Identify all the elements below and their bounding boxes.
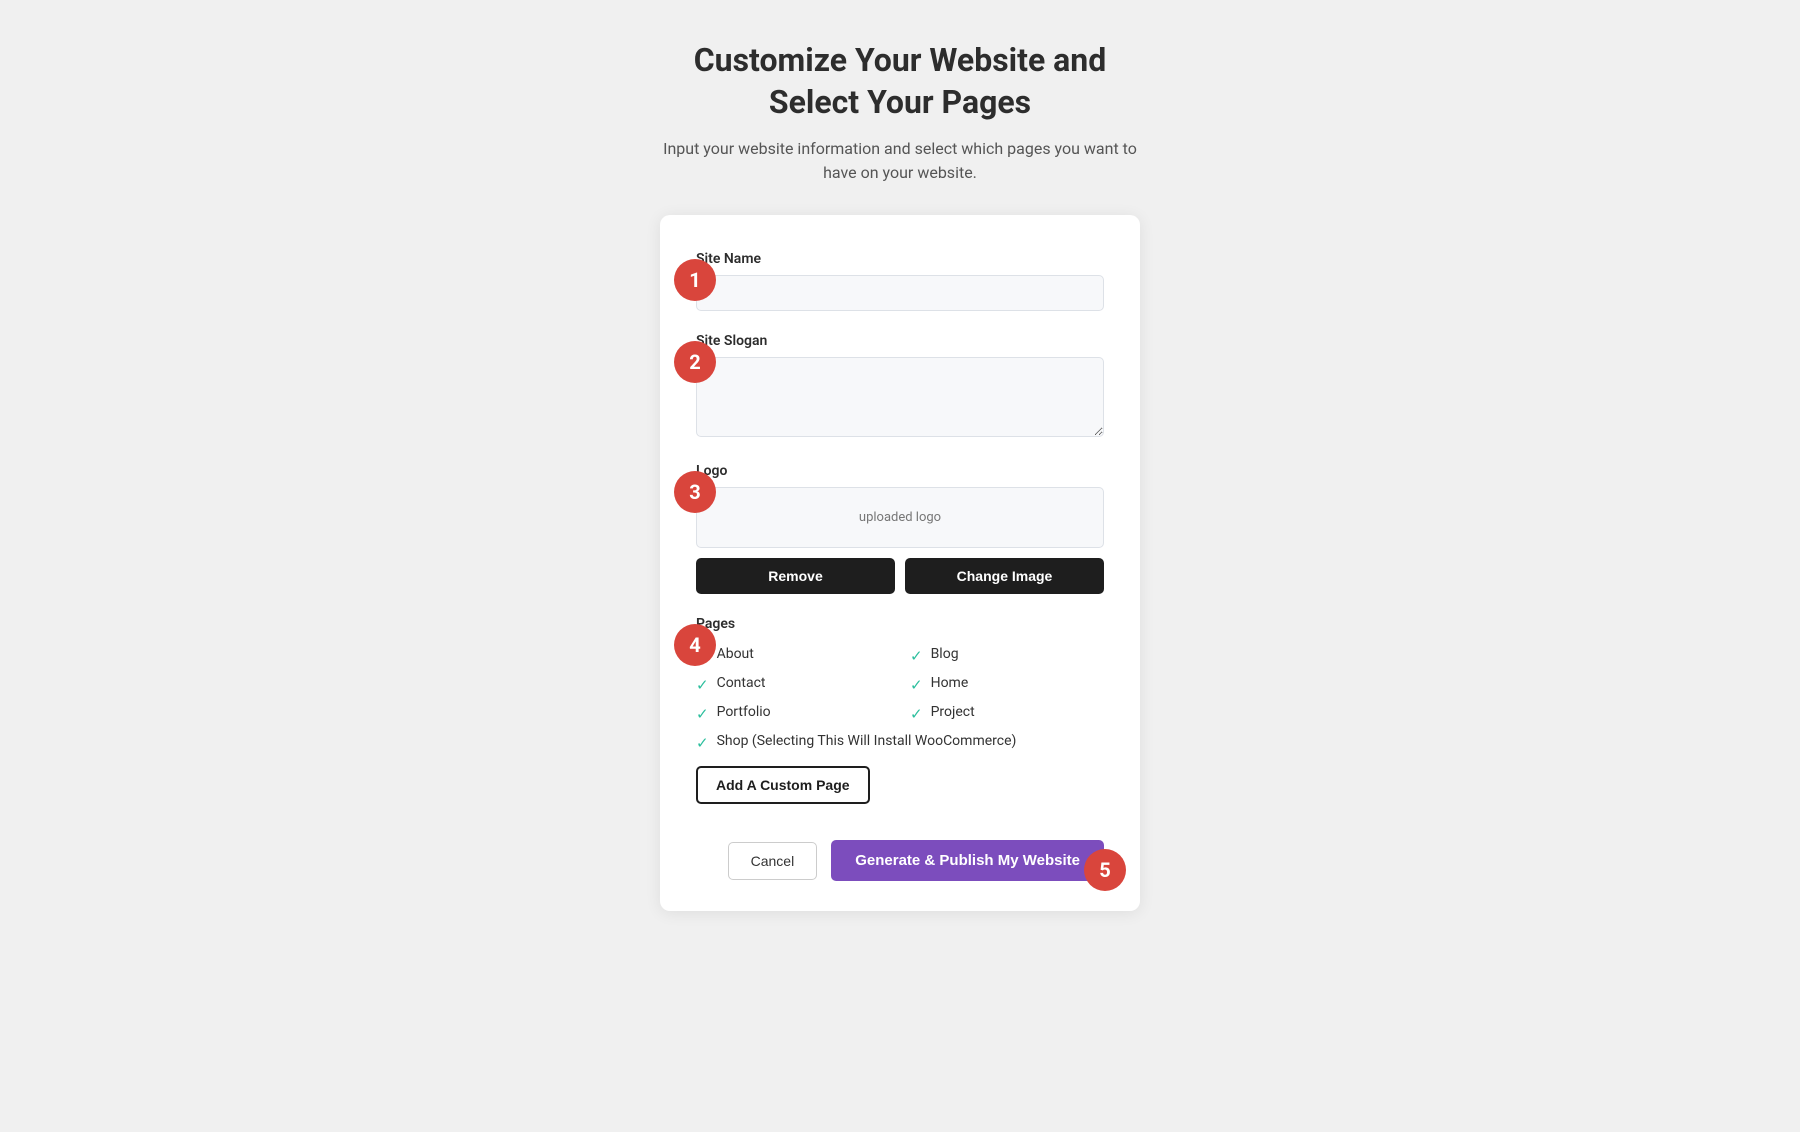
- page-item-blog[interactable]: ✓ Blog: [910, 646, 1104, 665]
- page-label-project: Project: [931, 704, 975, 720]
- page-label-contact: Contact: [717, 675, 766, 691]
- site-name-label: Site Name: [696, 251, 1104, 267]
- site-slogan-input[interactable]: [696, 357, 1104, 437]
- check-icon-contact: ✓: [696, 676, 709, 694]
- pages-section: 4 Pages ✓ About ✓ Blog ✓ Contact ✓ Home: [696, 616, 1104, 810]
- page-header: Customize Your Website and Select Your P…: [660, 40, 1140, 185]
- change-image-button[interactable]: Change Image: [905, 558, 1104, 594]
- page-item-project[interactable]: ✓ Project: [910, 704, 1104, 723]
- page-label-blog: Blog: [931, 646, 959, 662]
- card-footer: Cancel Generate & Publish My Website 5: [696, 830, 1104, 881]
- step-badge-2: 2: [674, 341, 716, 383]
- logo-preview: uploaded logo: [696, 487, 1104, 548]
- logo-section: 3 Logo uploaded logo Remove Change Image: [696, 463, 1104, 594]
- remove-logo-button[interactable]: Remove: [696, 558, 895, 594]
- logo-buttons: Remove Change Image: [696, 558, 1104, 594]
- page-label-shop: Shop (Selecting This Will Install WooCom…: [717, 733, 1017, 749]
- page-item-portfolio[interactable]: ✓ Portfolio: [696, 704, 890, 723]
- site-slogan-section: 2 Site Slogan: [696, 333, 1104, 441]
- page-title: Customize Your Website and Select Your P…: [660, 40, 1140, 123]
- pages-label: Pages: [696, 616, 1104, 632]
- page-item-contact[interactable]: ✓ Contact: [696, 675, 890, 694]
- check-icon-home: ✓: [910, 676, 923, 694]
- main-card: 1 Site Name 2 Site Slogan 3 Logo uploade…: [660, 215, 1140, 911]
- page-item-home[interactable]: ✓ Home: [910, 675, 1104, 694]
- check-icon-blog: ✓: [910, 647, 923, 665]
- cancel-button[interactable]: Cancel: [728, 842, 818, 880]
- step-badge-3: 3: [674, 471, 716, 513]
- page-item-about[interactable]: ✓ About: [696, 646, 890, 665]
- check-icon-portfolio: ✓: [696, 705, 709, 723]
- page-label-portfolio: Portfolio: [717, 704, 771, 720]
- step-badge-1: 1: [674, 259, 716, 301]
- site-name-input[interactable]: [696, 275, 1104, 311]
- page-subtitle: Input your website information and selec…: [660, 137, 1140, 185]
- step-badge-4: 4: [674, 624, 716, 666]
- site-slogan-label: Site Slogan: [696, 333, 1104, 349]
- page-label-about: About: [717, 646, 754, 662]
- pages-grid: ✓ About ✓ Blog ✓ Contact ✓ Home ✓ Portfo…: [696, 646, 1104, 752]
- check-icon-shop: ✓: [696, 734, 709, 752]
- publish-button[interactable]: Generate & Publish My Website: [831, 840, 1104, 881]
- add-custom-page-button[interactable]: Add A Custom Page: [696, 766, 870, 804]
- site-name-section: 1 Site Name: [696, 251, 1104, 311]
- page-item-shop[interactable]: ✓ Shop (Selecting This Will Install WooC…: [696, 733, 1104, 752]
- page-label-home: Home: [931, 675, 969, 691]
- step-badge-5: 5: [1084, 849, 1126, 891]
- check-icon-project: ✓: [910, 705, 923, 723]
- logo-label: Logo: [696, 463, 1104, 479]
